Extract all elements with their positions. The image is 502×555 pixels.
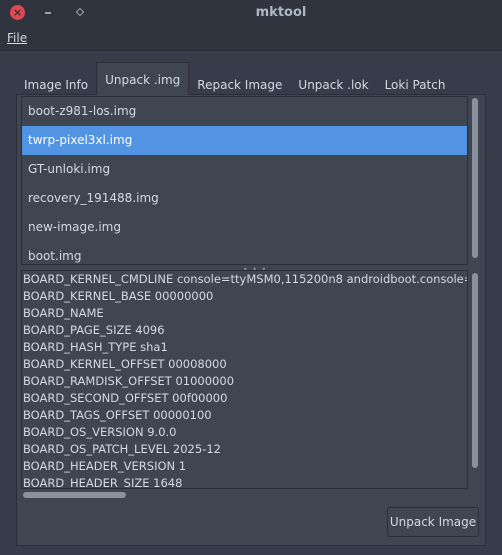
file-list-item[interactable]: recovery_191488.img [22,184,467,213]
tab-bar: Image Info Unpack .img Repack Image Unpa… [16,62,453,95]
tab-unpack-lok[interactable]: Unpack .lok [290,67,376,95]
tab-loki-patch[interactable]: Loki Patch [377,67,454,95]
tab-image-info[interactable]: Image Info [16,67,96,95]
file-list-item[interactable]: boot-z981-los.img [22,97,467,126]
output-line: BOARD_HASH_TYPE sha1 [23,340,168,354]
output-text[interactable]: BOARD_KERNEL_CMDLINE console=ttyMSM0,115… [21,270,468,489]
window-title: mktool [255,5,307,20]
output-line: BOARD_KERNEL_OFFSET 00008000 [23,357,227,371]
file-list-item[interactable]: twrp-pixel3xl.img [22,126,467,155]
output-line: BOARD_HEADER_VERSION 1 [23,459,187,473]
output-line: BOARD_RAMDISK_OFFSET 01000000 [23,374,235,388]
output-line: BOARD_OS_PATCH_LEVEL 2025-12 [23,442,221,456]
file-list-item[interactable]: GT-unloki.img [22,155,467,184]
file-list-item[interactable]: new-image.img [22,213,467,242]
menu-file[interactable]: File [7,31,27,45]
output-line: BOARD_KERNEL_BASE 00000000 [23,289,214,303]
output-line: BOARD_OS_VERSION 9.0.0 [23,425,177,439]
menu-bar: File [0,27,502,51]
output-line: BOARD_TAGS_OFFSET 00000100 [23,408,212,422]
title-bar: × mktool [0,0,502,27]
output-line: BOARD_NAME [23,306,104,320]
unpack-image-button[interactable]: Unpack Image [387,507,479,537]
file-list[interactable]: boot-z981-los.img twrp-pixel3xl.img GT-unl… [21,96,468,265]
output-line: BOARD_SECOND_OFFSET 00f00000 [23,391,228,405]
output-horizontal-scrollbar[interactable] [23,492,126,498]
output-line: BOARD_PAGE_SIZE 4096 [23,323,165,337]
output-line: BOARD_KERNEL_CMDLINE console=ttyMSM0,115… [23,272,468,286]
output-vertical-scrollbar[interactable] [472,273,478,468]
tab-repack-image[interactable]: Repack Image [189,67,290,95]
file-list-scrollbar[interactable] [472,98,478,258]
output-line: BOARD_HEADER_SIZE 1648 [23,476,183,489]
file-list-item[interactable]: boot.img [22,242,467,264]
tab-unpack-img[interactable]: Unpack .img [96,62,190,95]
